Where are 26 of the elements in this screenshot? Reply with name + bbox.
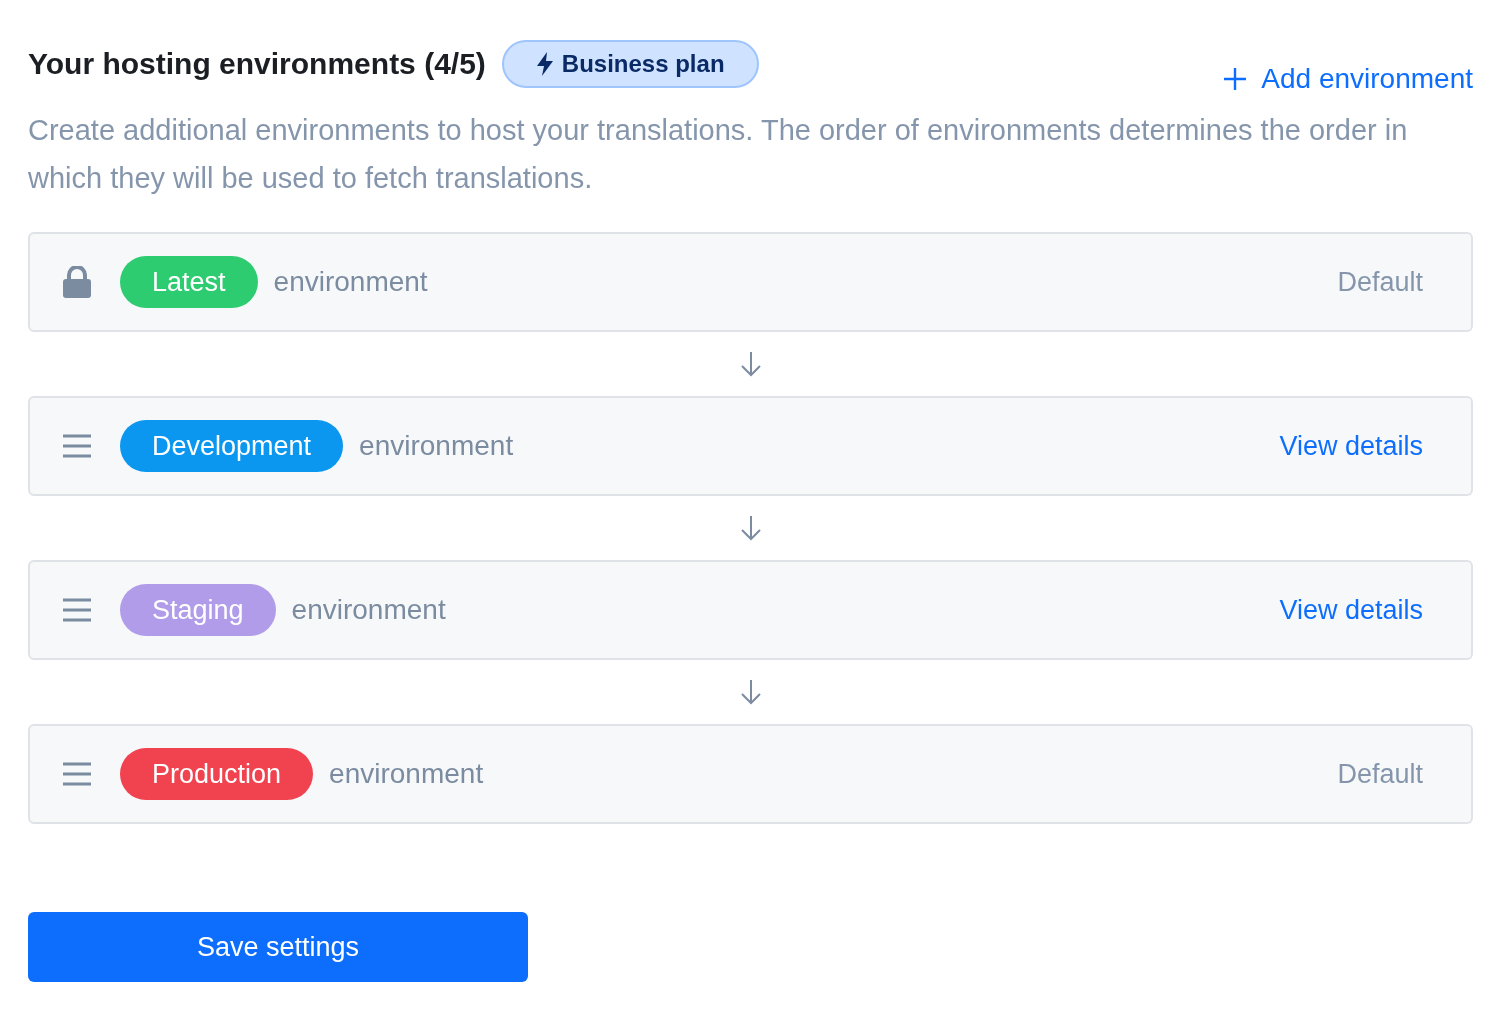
lock-icon xyxy=(62,266,92,298)
environment-label: environment xyxy=(329,757,484,791)
environment-label: environment xyxy=(291,593,446,627)
environment-label: environment xyxy=(359,429,514,463)
save-button[interactable]: Save settings xyxy=(28,912,528,982)
description: Create additional environments to host your translations. The order of environments determines the order in which they will be used to fetch translations. xyxy=(28,113,1409,196)
default-label: Default xyxy=(1337,265,1423,299)
lightning-icon xyxy=(535,52,554,76)
section-title: Your hosting environments (4/5) xyxy=(28,46,486,82)
drag-handle-icon[interactable] xyxy=(62,598,92,622)
plan-badge: Business plan xyxy=(501,40,759,88)
plus-icon xyxy=(1223,67,1248,91)
down-arrow-icon xyxy=(739,679,762,705)
drag-handle-icon[interactable] xyxy=(62,762,92,786)
down-arrow-icon xyxy=(739,515,762,541)
environment-tag: Development xyxy=(120,420,344,472)
drag-handle-icon[interactable] xyxy=(62,434,92,458)
default-label: Default xyxy=(1337,757,1423,791)
view-details-link[interactable]: View details xyxy=(1279,589,1423,631)
environment-tag: Production xyxy=(120,748,314,800)
view-details-link[interactable]: View details xyxy=(1279,425,1423,467)
down-arrow-icon xyxy=(739,351,762,377)
environment-tag: Latest xyxy=(120,256,258,308)
environment-label: environment xyxy=(273,265,428,299)
environment-tag: Staging xyxy=(120,584,276,636)
add-environment-link[interactable]: Add environment xyxy=(1223,58,1473,100)
